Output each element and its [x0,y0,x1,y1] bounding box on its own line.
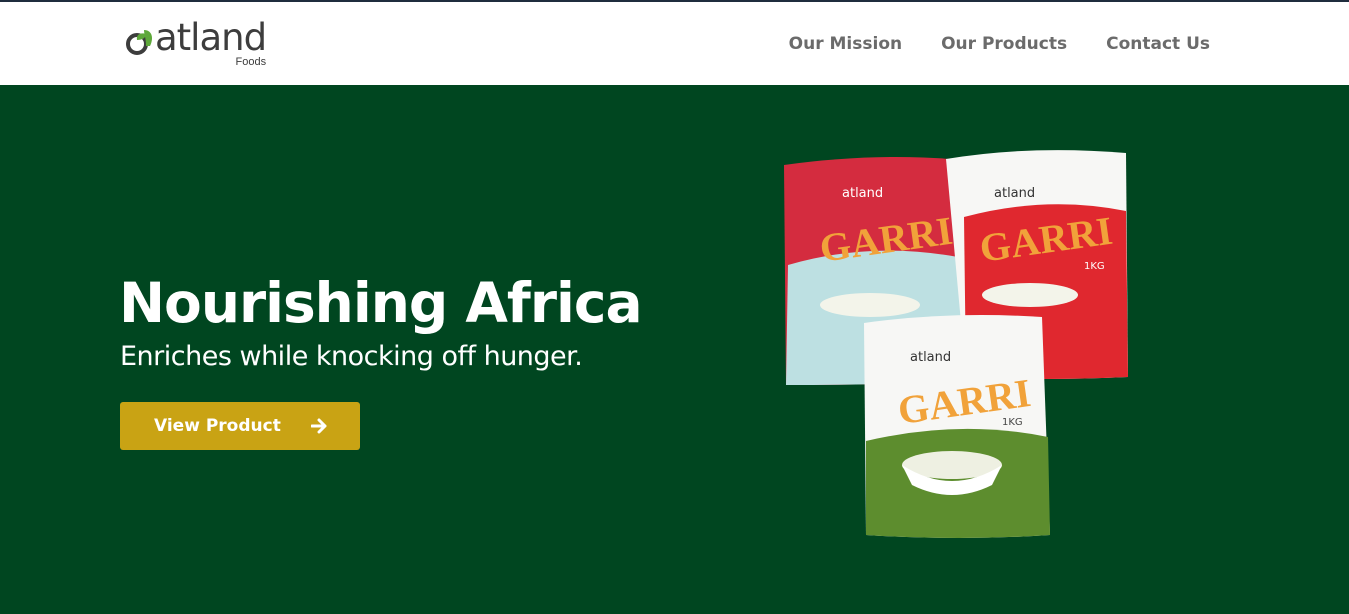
hero-subtitle: Enriches while knocking off hunger. [120,341,583,372]
green-pack-brand: atland [910,350,951,365]
hero-section: Nourishing Africa Enriches while knockin… [0,85,1349,614]
white-pack-weight: 1KG [1084,261,1105,272]
leaf-icon [126,30,152,55]
white-pack-brand: atland [994,186,1035,201]
arrow-right-icon [310,418,328,434]
logo-text: atland [155,16,267,59]
red-pack-brand: atland [842,186,883,201]
logo-wordmark: atland [124,16,267,59]
logo-subtitle: Foods [235,56,267,68]
nav-our-products[interactable]: Our Products [941,34,1067,54]
main-nav: Our Mission Our Products Contact Us [789,34,1210,54]
green-pack-weight: 1KG [1002,417,1023,428]
site-header: atland Foods Our Mission Our Products Co… [0,2,1349,85]
hero-title: Nourishing Africa [119,271,643,335]
brand-logo[interactable]: atland Foods [124,16,267,68]
view-product-label: View Product [154,416,281,436]
product-packs-image: atland GARRI atland GARRI 1KG atland GAR… [784,150,1128,538]
nav-contact-us[interactable]: Contact Us [1106,34,1210,54]
view-product-button[interactable]: View Product [120,402,360,450]
nav-our-mission[interactable]: Our Mission [789,34,902,54]
green-garri-pack: atland GARRI 1KG [864,315,1050,538]
